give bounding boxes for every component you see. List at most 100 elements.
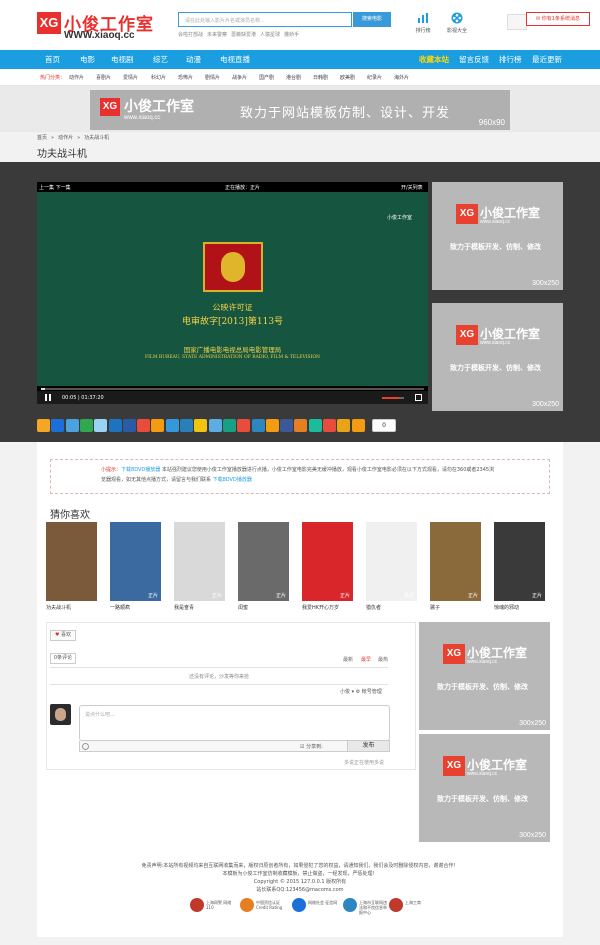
- side-ad-4[interactable]: XG 小俊工作室 www.xiaoq.cc 致力于模板开发、仿制、修改 300x…: [419, 734, 550, 842]
- nav-item-anime[interactable]: 动漫: [186, 50, 201, 69]
- poster[interactable]: 高清: [366, 522, 417, 601]
- category-item[interactable]: 喜剧片: [96, 74, 111, 81]
- video-screen[interactable]: 小俊工作室 公映许可证 电审故字[2013]第113号 国家广播电影电视总局电影…: [37, 192, 428, 386]
- share-icon[interactable]: [137, 419, 151, 432]
- nav-item-live[interactable]: 电视直播: [220, 50, 250, 69]
- hot-word[interactable]: 撒娇手: [284, 32, 299, 38]
- nav-item-bookmark[interactable]: 收藏本站: [419, 50, 449, 69]
- category-item[interactable]: 国产剧: [259, 74, 274, 81]
- sort-hottest[interactable]: 最热: [378, 656, 388, 663]
- side-ad-1[interactable]: XG 小俊工作室 www.xiaoq.cc 致力于模板开发、仿制、修改 300x…: [432, 182, 563, 290]
- fullscreen-icon[interactable]: [415, 394, 422, 401]
- share-icon[interactable]: [108, 419, 122, 432]
- pause-icon[interactable]: [45, 394, 51, 401]
- share-icon[interactable]: [37, 419, 50, 432]
- share-icon[interactable]: [51, 419, 65, 432]
- trust-badge[interactable]: 上海市互联网违法和不良信息举报中心: [343, 896, 391, 915]
- category-item[interactable]: 纪录片: [367, 74, 382, 81]
- category-item[interactable]: 日韩剧: [313, 74, 328, 81]
- tip-download-link-2[interactable]: 下载8DVD播放器: [213, 477, 252, 483]
- share-icon[interactable]: [280, 419, 294, 432]
- poster-title[interactable]: 闺蜜: [238, 604, 298, 611]
- share-icon[interactable]: [94, 419, 108, 432]
- share-icon[interactable]: [194, 419, 208, 432]
- poster-title[interactable]: 我爱HK开心万岁: [302, 604, 362, 611]
- account-menu[interactable]: 小俊 ▾ ⚙ 帐号管理: [340, 688, 382, 695]
- sort-newest[interactable]: 最新: [343, 656, 353, 663]
- category-item[interactable]: 战争片: [232, 74, 247, 81]
- nav-item-variety[interactable]: 综艺: [153, 50, 168, 69]
- poster[interactable]: 正片: [238, 522, 289, 601]
- search-button[interactable]: 搜索电影: [353, 12, 391, 27]
- nav-item-latest[interactable]: 最近更新: [532, 50, 562, 69]
- breadcrumb-home[interactable]: 首页: [37, 135, 47, 141]
- share-icon[interactable]: [237, 419, 251, 432]
- share-icon[interactable]: [151, 419, 165, 432]
- share-icon[interactable]: [79, 419, 93, 432]
- category-item[interactable]: 港台剧: [286, 74, 301, 81]
- message-tab[interactable]: [507, 14, 527, 30]
- like-button[interactable]: ♥ 喜欢: [50, 630, 76, 641]
- sort-oldest[interactable]: 最早: [361, 656, 371, 663]
- poster[interactable]: 正片: [302, 522, 353, 601]
- tip-download-link[interactable]: 下载8DVD播放器: [121, 467, 160, 473]
- poster[interactable]: [46, 522, 97, 601]
- nav-item-rank[interactable]: 排行榜: [499, 50, 522, 69]
- system-message-button[interactable]: ✉ 你有1条系统消息: [526, 12, 590, 26]
- nav-item-movie[interactable]: 电影: [80, 50, 95, 69]
- side-ad-3[interactable]: XG 小俊工作室 www.xiaoq.cc 致力于模板开发、仿制、修改 300x…: [419, 622, 550, 730]
- hot-word[interactable]: 会啦打部战: [178, 32, 203, 38]
- share-icon[interactable]: [122, 419, 136, 432]
- category-item[interactable]: 欧美剧: [340, 74, 355, 81]
- video-player[interactable]: 上一集 下一集 正在播放：正片 开/关列表 小俊工作室 公映许可证 电审故字[2…: [37, 182, 428, 404]
- top-banner-ad[interactable]: XG 小俊工作室 www.xiaoq.cc 致力于网站模板仿制、设计、开发 96…: [90, 90, 510, 130]
- progress-bar[interactable]: [41, 388, 424, 390]
- share-icon[interactable]: [165, 419, 179, 432]
- share-icon[interactable]: [294, 419, 308, 432]
- share-icon[interactable]: [337, 419, 351, 432]
- trust-badge[interactable]: 中国资信认证 Credit Rating: [240, 896, 288, 914]
- share-icon[interactable]: [351, 419, 365, 432]
- side-ad-2[interactable]: XG 小俊工作室 www.xiaoq.cc 致力于模板开发、仿制、修改 300x…: [432, 303, 563, 411]
- category-item[interactable]: 恐怖片: [178, 74, 193, 81]
- poster-title[interactable]: 我是奋青: [174, 604, 234, 611]
- hot-word[interactable]: 蔷薇缺爱港: [231, 32, 256, 38]
- poster[interactable]: 正片: [430, 522, 481, 601]
- emoji-icon[interactable]: [82, 743, 89, 750]
- volume-slider[interactable]: [382, 397, 404, 399]
- poster-title[interactable]: 一路顺疯: [110, 604, 170, 611]
- mobile-tool[interactable]: 影视大全: [443, 12, 471, 38]
- poster-title[interactable]: 骡子: [430, 604, 490, 611]
- hot-word[interactable]: 人猿星球: [260, 32, 280, 38]
- share-icon[interactable]: [208, 419, 222, 432]
- trust-badge[interactable]: 上海网警 网络110: [190, 896, 238, 914]
- share-icon[interactable]: [251, 419, 265, 432]
- poster-title[interactable]: 猎仇者: [366, 604, 426, 611]
- share-icon[interactable]: [222, 419, 236, 432]
- category-item[interactable]: 爱情片: [123, 74, 138, 81]
- submit-comment-button[interactable]: 发布: [347, 740, 390, 752]
- poster[interactable]: 正片: [174, 522, 225, 601]
- share-to-toggle[interactable]: ☑ 分享到:: [300, 743, 323, 750]
- share-icon[interactable]: [265, 419, 279, 432]
- powered-by[interactable]: 多说正在使用多说: [344, 759, 384, 766]
- rank-tool[interactable]: 排行榜: [409, 12, 437, 38]
- prev-next-links[interactable]: 上一集 下一集: [39, 184, 71, 191]
- category-item[interactable]: 动作片: [69, 74, 84, 81]
- site-logo[interactable]: XG 小俊工作室 WWW.xiaoq.cc: [37, 10, 177, 42]
- share-icon[interactable]: [323, 419, 336, 432]
- category-item[interactable]: 海外片: [394, 74, 409, 81]
- nav-item-home[interactable]: 首页: [45, 50, 60, 69]
- poster-title[interactable]: 功夫战斗机: [46, 604, 106, 611]
- comment-textarea[interactable]: 说点什么吧...: [79, 705, 390, 741]
- trust-badge[interactable]: 上海工商: [389, 896, 437, 914]
- share-icon[interactable]: [180, 419, 193, 432]
- share-icon[interactable]: [65, 419, 79, 432]
- breadcrumb-category[interactable]: 动作片: [58, 135, 73, 141]
- nav-item-feedback[interactable]: 留言反馈: [459, 50, 489, 69]
- search-input[interactable]: 请在此处输入影片片名或演员名称...: [178, 12, 352, 27]
- toggle-playlist[interactable]: 开/关列表: [401, 184, 423, 191]
- nav-item-tv[interactable]: 电视剧: [111, 50, 134, 69]
- trust-badge[interactable]: 网络社会 征信网: [292, 896, 340, 914]
- category-item[interactable]: 剧情片: [205, 74, 220, 81]
